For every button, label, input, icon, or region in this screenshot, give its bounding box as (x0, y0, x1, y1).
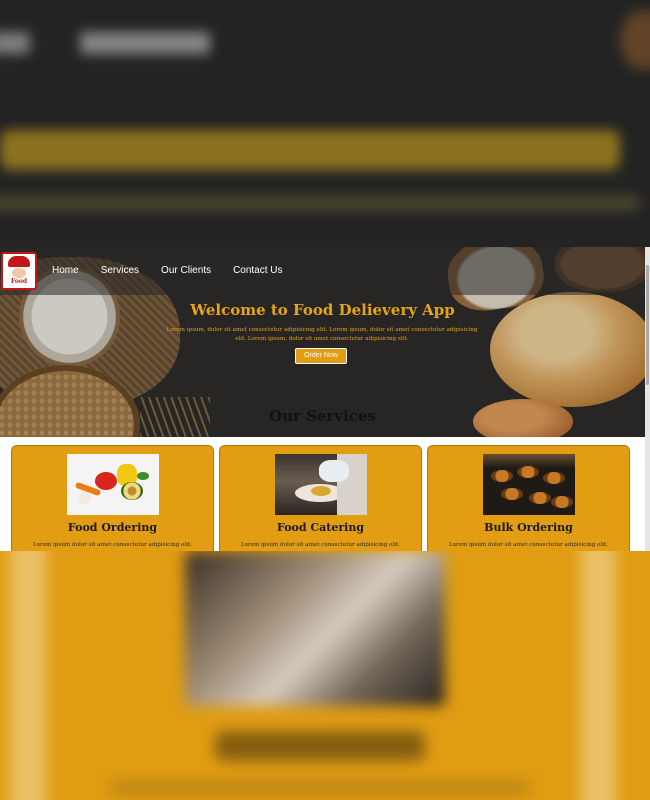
nav-contact-us[interactable]: Contact Us (233, 264, 282, 278)
service-card-food-catering[interactable]: Food Catering Lorem ipsum dolor sit amet… (219, 445, 422, 551)
nav-home[interactable]: Home (52, 264, 79, 278)
card-text: Lorem ipsum dolor sit amet consectetur a… (448, 542, 609, 548)
services-heading: Our Services (269, 407, 376, 425)
vegetables-image (67, 454, 159, 515)
service-card-bulk-ordering[interactable]: Bulk Ordering Lorem ipsum dolor sit amet… (427, 445, 630, 551)
card-text: Lorem ipsum dolor sit amet consectetur a… (32, 542, 193, 548)
blurred-backdrop-bottom (0, 551, 650, 800)
main-nav: Home Services Our Clients Contact Us (52, 264, 283, 278)
page-scrollbar[interactable] (645, 247, 650, 551)
nav-our-clients[interactable]: Our Clients (161, 264, 211, 278)
service-card-food-ordering[interactable]: Food Ordering Lorem ipsum dolor sit amet… (11, 445, 214, 551)
chef-plating-image (275, 454, 367, 515)
hero-subtitle: Lorem ipsum, dolor sit amet consectetur … (166, 327, 478, 342)
card-title: Bulk Ordering (484, 521, 573, 534)
chef-logo[interactable]: Food (1, 252, 37, 290)
card-title: Food Ordering (67, 521, 158, 534)
scrollbar-thumb[interactable] (646, 265, 649, 385)
blurred-backdrop-top (0, 0, 650, 247)
chef-face-icon (12, 268, 26, 278)
card-text: Lorem ipsum dolor sit amet consectetur a… (240, 542, 401, 548)
card-title: Food Catering (276, 521, 365, 534)
logo-text: Food (10, 278, 28, 285)
chef-hat-icon (8, 256, 30, 267)
hero-section: Food Home Services Our Clients Contact U… (0, 247, 645, 437)
order-now-button[interactable]: Order Now (295, 348, 347, 364)
nav-services[interactable]: Services (101, 264, 139, 278)
catering-pots-image (483, 454, 575, 515)
hero-title: Welcome to Food Delievery App (190, 301, 455, 319)
website-screenshot: Food Home Services Our Clients Contact U… (0, 247, 650, 551)
service-cards: Food Ordering Lorem ipsum dolor sit amet… (11, 445, 630, 551)
